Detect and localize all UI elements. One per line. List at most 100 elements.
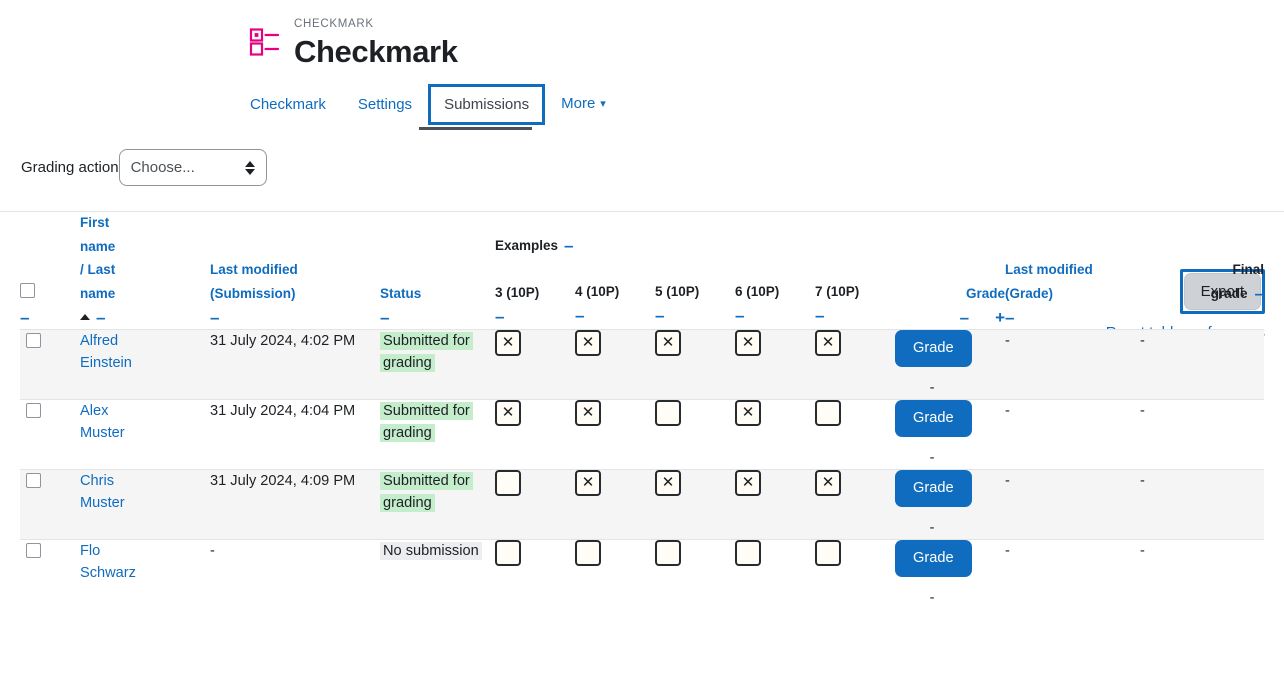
status-cell: Submitted for grading (380, 468, 495, 539)
grade-button[interactable]: Grade (895, 399, 972, 437)
th-last-modified-submission-label[interactable]: Last modified (Submission) (210, 258, 380, 305)
example-3-checkbox[interactable]: ✕ (495, 399, 521, 426)
example-5-checkbox[interactable] (655, 399, 681, 426)
grading-action-label: Grading action (21, 159, 119, 176)
collapse-column-icon-ex7[interactable]: – (815, 307, 824, 324)
collapse-column-icon-ex3[interactable]: – (495, 308, 504, 325)
example-3-cell (495, 468, 575, 539)
th-name-label[interactable]: First name / Last name (80, 211, 210, 305)
example-7-checkbox[interactable]: ✕ (815, 329, 841, 356)
last-modified-submission-cell: 31 July 2024, 4:09 PM (210, 468, 380, 539)
example-3-checkbox[interactable] (495, 469, 521, 496)
tab-more[interactable]: More ▾ (545, 83, 622, 125)
collapse-column-icon-select[interactable]: – (20, 309, 29, 326)
th-name-line-1: First (80, 215, 110, 230)
last-modified-grade-value: - (1005, 542, 1010, 559)
tab-settings[interactable]: Settings (342, 84, 428, 125)
example-5-checkbox[interactable]: ✕ (655, 469, 681, 496)
example-4-checkbox[interactable] (575, 539, 601, 566)
student-name-link[interactable]: Alex Muster (80, 403, 125, 441)
grade-button[interactable]: Grade (895, 539, 972, 577)
student-name-link[interactable]: Flo Schwarz (80, 543, 136, 581)
th-example-5: 5 (10P) – (655, 211, 735, 329)
th-last-modified-grade-label[interactable]: Last modified (Grade) (1005, 258, 1140, 305)
example-4-cell: ✕ (575, 468, 655, 539)
grade-button[interactable]: Grade (895, 329, 972, 367)
last-modified-submission-value: - (210, 542, 215, 559)
th-grade-label[interactable]: Grade (895, 282, 1005, 306)
collapse-column-icon-ex5[interactable]: – (655, 307, 664, 324)
final-grade-cell: - (1140, 468, 1264, 539)
grade-sub-value: - (929, 589, 935, 606)
last-modified-submission-cell: 31 July 2024, 4:04 PM (210, 398, 380, 469)
row-select-cell (20, 328, 80, 399)
example-3-checkbox[interactable]: ✕ (495, 329, 521, 356)
table-header: – First name / Last name – Last modified… (20, 211, 1264, 329)
student-name-cell: Alfred Einstein (80, 328, 210, 399)
example-4-checkbox[interactable]: ✕ (575, 469, 601, 496)
sort-ascending-icon[interactable] (80, 314, 90, 320)
last-modified-grade-value: - (1005, 472, 1010, 489)
student-name-cell: Chris Muster (80, 468, 210, 539)
tab-checkmark-label: Checkmark (250, 95, 326, 113)
example-6-checkbox[interactable] (735, 539, 761, 566)
page-header: CHECKMARK Checkmark (0, 0, 1284, 71)
example-7-checkbox[interactable]: ✕ (815, 469, 841, 496)
example-6-checkbox[interactable]: ✕ (735, 469, 761, 496)
example-5-cell (655, 398, 735, 469)
example-5-checkbox[interactable] (655, 539, 681, 566)
collapse-column-icon-examples[interactable]: – (564, 237, 573, 254)
example-3-checkbox[interactable] (495, 539, 521, 566)
example-4-checkbox[interactable]: ✕ (575, 399, 601, 426)
row-select-checkbox[interactable] (26, 542, 41, 558)
example-6-cell: ✕ (735, 328, 815, 399)
example-6-checkbox[interactable]: ✕ (735, 329, 761, 356)
table-body: Alfred Einstein 31 July 2024, 4:02 PM Submi… (20, 328, 1264, 609)
tab-submissions[interactable]: Submissions (428, 83, 546, 125)
collapse-column-icon-name[interactable]: – (96, 309, 105, 326)
collapse-column-icon-ex4[interactable]: – (575, 307, 584, 324)
example-4-cell: ✕ (575, 398, 655, 469)
page-title: Checkmark (294, 34, 458, 69)
collapse-column-icon-lmg[interactable]: – (1005, 309, 1014, 326)
last-modified-grade-cell: - (1005, 468, 1140, 539)
table-row: Alfred Einstein 31 July 2024, 4:02 PM Submi… (20, 328, 1264, 399)
example-5-cell (655, 538, 735, 609)
student-name-cell: Alex Muster (80, 398, 210, 469)
status-badge: Submitted for grading (380, 331, 473, 372)
example-4-checkbox[interactable]: ✕ (575, 329, 601, 356)
last-modified-grade-value: - (1005, 332, 1010, 349)
student-name-link[interactable]: Alfred Einstein (80, 333, 132, 371)
expand-column-icon-grade[interactable]: + (995, 309, 1005, 326)
example-5-checkbox[interactable]: ✕ (655, 329, 681, 356)
student-name-link[interactable]: Chris Muster (80, 473, 125, 511)
select-all-checkbox[interactable] (20, 283, 35, 298)
last-modified-submission-cell: - (210, 538, 380, 609)
example-6-cell: ✕ (735, 468, 815, 539)
collapse-column-icon-lms[interactable]: – (210, 309, 219, 326)
th-final-grade-line-1: Final (1232, 262, 1264, 277)
collapse-column-icon-grade[interactable]: – (960, 309, 969, 326)
tab-more-label: More (561, 95, 596, 112)
row-select-checkbox[interactable] (26, 472, 41, 488)
row-select-checkbox[interactable] (26, 332, 41, 348)
th-lms-line-1: Last modified (210, 262, 298, 277)
row-select-checkbox[interactable] (26, 402, 41, 418)
last-modified-grade-cell: - (1005, 328, 1140, 399)
th-example-5-label: 5 (10P) (655, 284, 700, 299)
grading-action-select[interactable]: Choose... (118, 149, 267, 186)
example-7-checkbox[interactable] (815, 539, 841, 566)
collapse-column-icon-ex6[interactable]: – (735, 307, 744, 324)
tab-checkmark[interactable]: Checkmark (234, 84, 342, 125)
example-4-cell: ✕ (575, 328, 655, 399)
th-status-label[interactable]: Status (380, 282, 495, 306)
th-grade: Grade – + (895, 211, 1005, 329)
last-modified-submission-cell: 31 July 2024, 4:02 PM (210, 328, 380, 399)
collapse-column-icon-final[interactable]: – (1255, 285, 1264, 302)
example-7-checkbox[interactable] (815, 399, 841, 426)
th-example-7: 7 (10P) – (815, 211, 895, 329)
example-6-checkbox[interactable]: ✕ (735, 399, 761, 426)
grade-button[interactable]: Grade (895, 469, 972, 507)
collapse-column-icon-status[interactable]: – (380, 309, 389, 326)
student-name-cell: Flo Schwarz (80, 538, 210, 609)
